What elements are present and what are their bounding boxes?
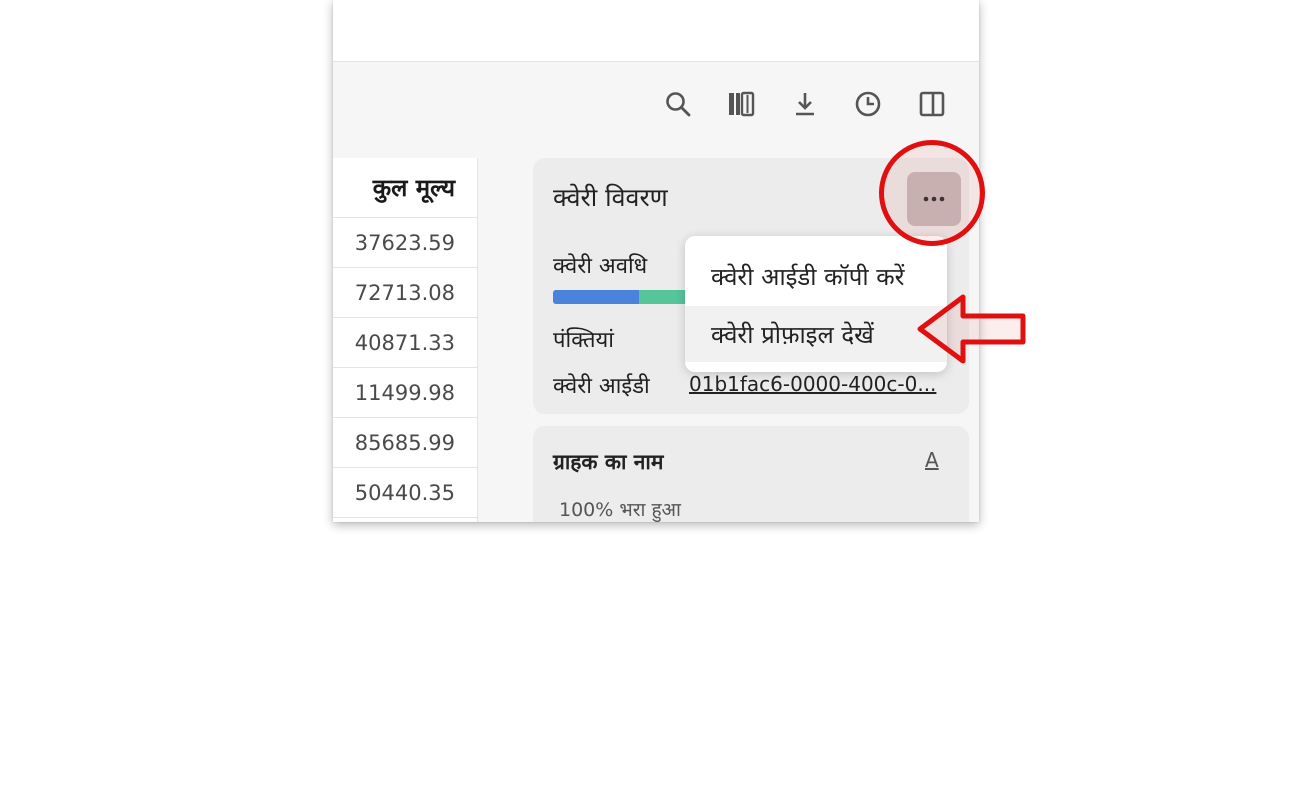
column-stats-card: ग्राहक का नाम A 100% भरा हुआ	[533, 426, 969, 522]
highlight-arrow	[917, 294, 1026, 364]
split-panel-button[interactable]	[912, 86, 952, 122]
app-window: कुल मूल्य 37623.59 72713.08 40871.33 114…	[333, 0, 979, 522]
menu-item-view-query-profile[interactable]: क्वेरी प्रोफ़ाइल देखें	[685, 306, 947, 362]
highlight-circle	[879, 140, 985, 246]
split-panel-icon	[919, 91, 945, 117]
results-table: कुल मूल्य 37623.59 72713.08 40871.33 114…	[333, 158, 478, 522]
more-options-menu: क्वेरी आईडी कॉपी करें क्वेरी प्रोफ़ाइल द…	[685, 236, 947, 372]
query-id-label: क्वेरी आईडी	[553, 374, 650, 399]
table-row[interactable]: 50440.35	[333, 469, 477, 518]
history-button[interactable]	[848, 86, 888, 122]
toolbar	[333, 62, 979, 146]
query-duration-label: क्वेरी अवधि	[553, 254, 648, 279]
query-id-link[interactable]: 01b1fac6-0000-400c-0...	[689, 372, 936, 396]
table-row[interactable]: 72713.08	[333, 269, 477, 318]
table-row[interactable]: 37623.59	[333, 219, 477, 268]
duration-bar-segment	[553, 290, 640, 304]
query-details-title: क्वेरी विवरण	[553, 183, 668, 212]
search-button[interactable]	[658, 86, 698, 122]
menu-item-copy-query-id[interactable]: क्वेरी आईडी कॉपी करें	[685, 248, 947, 304]
columns-icon	[729, 91, 755, 117]
download-button[interactable]	[785, 86, 825, 122]
column-name: ग्राहक का नाम	[553, 450, 664, 474]
history-icon	[855, 91, 881, 117]
columns-button[interactable]	[721, 86, 761, 122]
query-duration-bar	[553, 290, 688, 304]
table-row[interactable]: 11499.98	[333, 369, 477, 418]
top-bar	[333, 0, 979, 62]
table-row[interactable]: 40871.33	[333, 319, 477, 368]
search-icon	[666, 92, 691, 117]
fill-percentage: 100% भरा हुआ	[559, 499, 681, 521]
rows-label: पंक्तियां	[553, 328, 614, 353]
text-type-icon: A	[925, 448, 939, 472]
table-row[interactable]: 85685.99	[333, 419, 477, 468]
download-icon	[796, 93, 814, 116]
column-header-total-value[interactable]: कुल मूल्य	[333, 158, 477, 218]
